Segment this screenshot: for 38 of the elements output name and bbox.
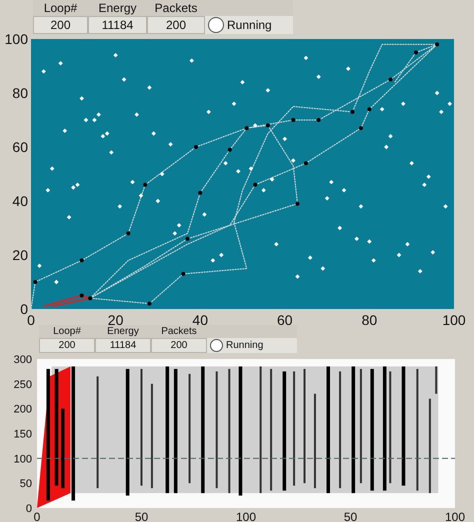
value-field: 11184 [88,16,147,34]
column-label: Loop# [52,325,82,338]
y-tick-label: 100 [4,34,28,47]
y-tick-label: 0 [26,503,32,516]
value-field: 200 [147,16,205,34]
y-tick-label: 100 [14,454,32,466]
column-label: Energy [106,325,140,338]
x-tick-label: 0 [34,510,40,522]
y-tick-label: 0 [20,301,28,317]
x-tick-label: 100 [236,510,256,522]
y-tick-label: 250 [14,379,32,392]
y-tick-label: 40 [12,193,28,209]
y-tick-label: 50 [20,478,32,491]
column-label: Energy [97,0,138,16]
x-tick-label: 20 [108,312,124,326]
x-tick-label: 80 [362,312,378,326]
x-tick-label: 60 [277,312,293,326]
y-tick-label: 300 [14,354,32,366]
column-label: Packets [160,325,198,338]
y-tick-label: 200 [14,404,32,416]
value-field: 11184 [95,338,151,354]
column-label: Loop# [42,0,78,16]
value-field: 200 [39,338,95,354]
x-tick-label: 50 [134,510,148,522]
y-tick-label: 20 [12,247,28,263]
value-field: 200 [151,338,207,354]
x-tick-label: 100 [444,510,466,522]
x-tick-label: 50 [344,510,358,522]
y-tick-label: 80 [12,85,28,101]
radio-label: Running [226,340,264,352]
x-tick-label: 100 [442,312,466,326]
column-label: Packets [154,0,198,16]
x-tick-label: 40 [192,312,208,326]
y-tick-label: 150 [14,428,32,441]
y-tick-label: 60 [12,139,28,155]
x-tick-label: 0 [27,312,35,326]
radio-label: Running [227,18,272,32]
value-field: 200 [33,16,88,34]
